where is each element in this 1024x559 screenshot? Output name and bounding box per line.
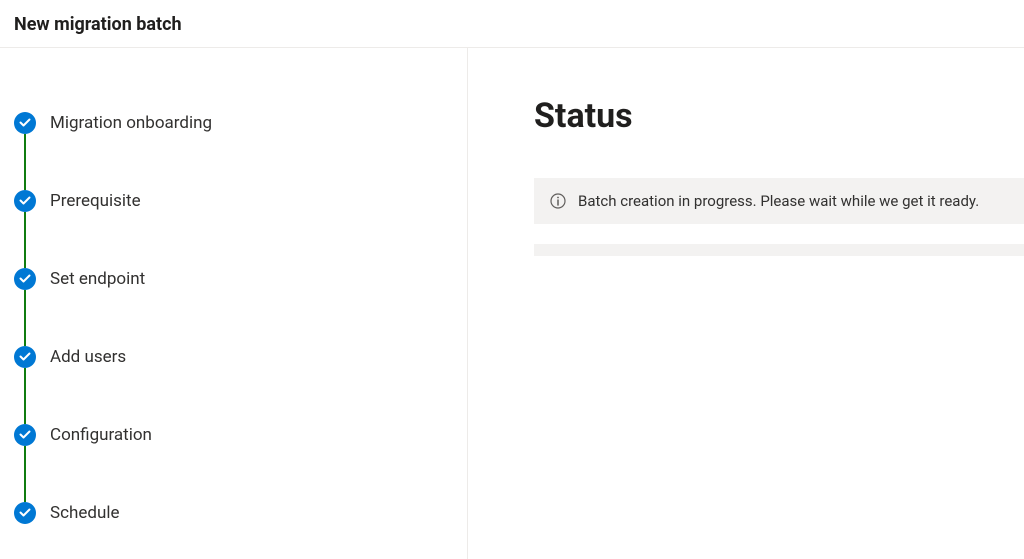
main-panel: Status Batch creation in progress. Pleas…: [468, 48, 1024, 559]
info-message-bar: Batch creation in progress. Please wait …: [534, 178, 1024, 224]
step-configuration[interactable]: Configuration: [14, 424, 467, 502]
wizard-steps: Migration onboarding Prerequisite Set en…: [14, 112, 467, 524]
step-connector: [24, 212, 26, 268]
content-area: Migration onboarding Prerequisite Set en…: [0, 48, 1024, 559]
checkmark-icon: [14, 190, 36, 212]
step-label: Migration onboarding: [50, 113, 212, 133]
step-connector: [24, 368, 26, 424]
step-label: Configuration: [50, 425, 152, 445]
progress-bar: [534, 244, 1024, 256]
page-title: New migration batch: [14, 14, 1024, 35]
checkmark-icon: [14, 502, 36, 524]
checkmark-icon: [14, 424, 36, 446]
step-connector: [24, 446, 26, 502]
info-icon: [550, 193, 566, 209]
step-connector: [24, 290, 26, 346]
step-migration-onboarding[interactable]: Migration onboarding: [14, 112, 467, 190]
step-schedule[interactable]: Schedule: [14, 502, 467, 524]
page-header: New migration batch: [0, 0, 1024, 48]
checkmark-icon: [14, 346, 36, 368]
info-message-text: Batch creation in progress. Please wait …: [578, 192, 979, 210]
step-label: Prerequisite: [50, 191, 141, 211]
step-label: Schedule: [50, 503, 119, 523]
step-prerequisite[interactable]: Prerequisite: [14, 190, 467, 268]
step-add-users[interactable]: Add users: [14, 346, 467, 424]
step-label: Set endpoint: [50, 269, 145, 289]
step-set-endpoint[interactable]: Set endpoint: [14, 268, 467, 346]
checkmark-icon: [14, 268, 36, 290]
checkmark-icon: [14, 112, 36, 134]
step-label: Add users: [50, 347, 126, 367]
wizard-sidebar: Migration onboarding Prerequisite Set en…: [0, 48, 468, 559]
status-heading: Status: [534, 96, 1024, 136]
step-connector: [24, 134, 26, 190]
